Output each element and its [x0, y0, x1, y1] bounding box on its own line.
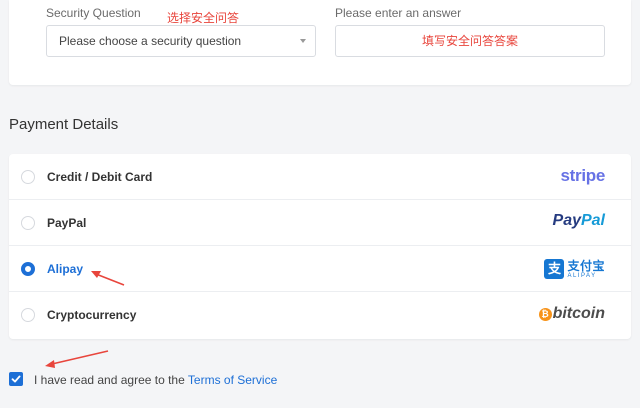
payment-option-card[interactable]: Credit / Debit Card stripe — [9, 154, 631, 200]
alipay-logo: 支 支付宝 ALIPAY — [544, 257, 605, 281]
terms-agreement: I have read and agree to the Terms of Se… — [34, 373, 277, 387]
caret-down-icon — [300, 39, 306, 43]
security-question-card: Security Question 选择安全问答 Please choose a… — [9, 0, 631, 85]
terms-text: I have read and agree to the — [34, 373, 185, 387]
terms-checkbox[interactable] — [9, 372, 23, 386]
alipay-icon: 支 — [544, 259, 565, 279]
payment-option-label: Alipay — [47, 262, 84, 276]
payment-option-paypal[interactable]: PayPal PayPal — [9, 200, 631, 246]
arrow-checkbox — [51, 350, 109, 365]
radio-crypto[interactable] — [21, 308, 35, 322]
terms-of-service-link[interactable]: Terms of Service — [188, 373, 277, 387]
payment-option-alipay[interactable]: Alipay 支 支付宝 ALIPAY — [9, 246, 631, 292]
bitcoin-logo: ₿ bitcoin — [538, 305, 605, 323]
payment-option-label: PayPal — [47, 216, 87, 230]
stripe-logo: stripe — [560, 166, 606, 185]
payment-option-crypto[interactable]: Cryptocurrency ₿ bitcoin — [9, 292, 631, 338]
payment-methods-list: Credit / Debit Card stripe PayPal PayPal… — [9, 154, 631, 339]
radio-paypal[interactable] — [21, 216, 35, 230]
payment-details-title: Payment Details — [9, 116, 119, 133]
paypal-logo: PayPal — [552, 212, 605, 229]
payment-option-label: Cryptocurrency — [47, 308, 137, 322]
security-question-select[interactable]: Please choose a security question — [46, 25, 316, 57]
answer-input[interactable]: 填写安全问答答案 — [335, 25, 605, 57]
checkmark-icon — [11, 375, 21, 383]
security-question-label: Security Question — [46, 6, 141, 20]
security-question-placeholder: Please choose a security question — [59, 34, 242, 48]
bitcoin-icon: ₿ — [538, 307, 552, 321]
answer-label: Please enter an answer — [335, 6, 462, 20]
answer-annotation: 填写安全问答答案 — [421, 34, 518, 48]
radio-card[interactable] — [21, 170, 35, 184]
arrow-checkbox-head — [45, 360, 55, 368]
payment-option-label: Credit / Debit Card — [47, 170, 153, 184]
security-question-annotation: 选择安全问答 — [167, 11, 240, 25]
radio-alipay[interactable] — [21, 262, 35, 276]
